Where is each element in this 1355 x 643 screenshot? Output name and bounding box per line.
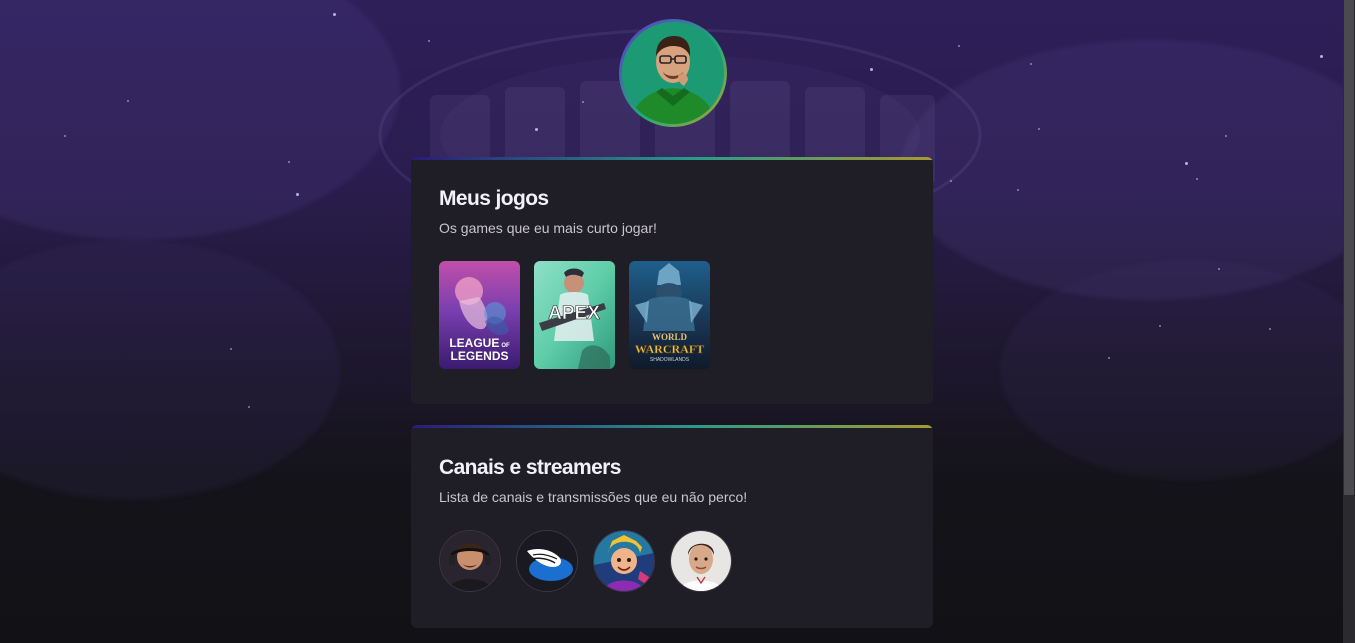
star [127, 100, 129, 102]
star [535, 128, 538, 131]
star [1030, 63, 1032, 65]
wow-cover-line1: WORLD [652, 332, 688, 342]
star [248, 406, 250, 408]
background-cloud [1000, 260, 1343, 480]
star [230, 348, 232, 350]
star [958, 45, 960, 47]
page-scrollbar[interactable] [1343, 0, 1355, 643]
apex-cover-text: APEX [548, 303, 600, 324]
star [1038, 128, 1040, 130]
games-subtitle: Os games que eu mais curto jogar! [439, 220, 657, 236]
star [1108, 357, 1110, 359]
background-cloud [0, 0, 400, 240]
star [64, 135, 66, 137]
profile-photo-icon [622, 22, 724, 124]
profile-avatar[interactable] [619, 19, 727, 127]
wow-cover-line3: SHADOWLANDS [650, 357, 690, 363]
lol-cover-line2: LEGENDS [450, 349, 508, 363]
channels-title: Canais e streamers [439, 456, 621, 479]
background-cloud [0, 240, 340, 500]
star [1017, 189, 1019, 191]
game-cover-apex-legends[interactable]: APEX [534, 261, 615, 369]
streamer-avatar-3-icon [594, 531, 654, 591]
star [428, 40, 430, 42]
star [1159, 325, 1161, 327]
star [1269, 328, 1271, 330]
channel-avatar-3[interactable] [593, 530, 655, 592]
star [288, 161, 290, 163]
star [1225, 135, 1227, 137]
scrollbar-thumb[interactable] [1344, 0, 1354, 495]
channel-avatar-4[interactable] [670, 530, 732, 592]
star [950, 180, 952, 182]
star [1196, 178, 1198, 180]
games-list: LEAGUE OF LEGENDS APEX WORLD WARCRAFT SH… [439, 261, 710, 369]
streamer-avatar-1-icon [440, 531, 500, 591]
star [296, 193, 299, 196]
winged-logo-icon [517, 531, 577, 591]
streamer-avatar-4-icon [671, 531, 731, 591]
games-card: Meus jogos Os games que eu mais curto jo… [411, 157, 933, 404]
star [1218, 268, 1220, 270]
channels-subtitle: Lista de canais e transmissões que eu nã… [439, 489, 748, 505]
star [333, 13, 336, 16]
game-cover-league-of-legends[interactable]: LEAGUE OF LEGENDS [439, 261, 520, 369]
star [582, 101, 584, 103]
channel-avatar-2[interactable] [516, 530, 578, 592]
lol-cover-line1: LEAGUE [449, 336, 499, 350]
channel-avatar-1[interactable] [439, 530, 501, 592]
channels-card: Canais e streamers Lista de canais e tra… [411, 425, 933, 628]
channels-list [439, 530, 732, 592]
games-title: Meus jogos [439, 187, 549, 210]
star [1185, 162, 1188, 165]
game-cover-world-of-warcraft[interactable]: WORLD WARCRAFT SHADOWLANDS [629, 261, 710, 369]
star [870, 68, 873, 71]
wow-cover-line2: WARCRAFT [635, 342, 704, 356]
star [1320, 55, 1323, 58]
